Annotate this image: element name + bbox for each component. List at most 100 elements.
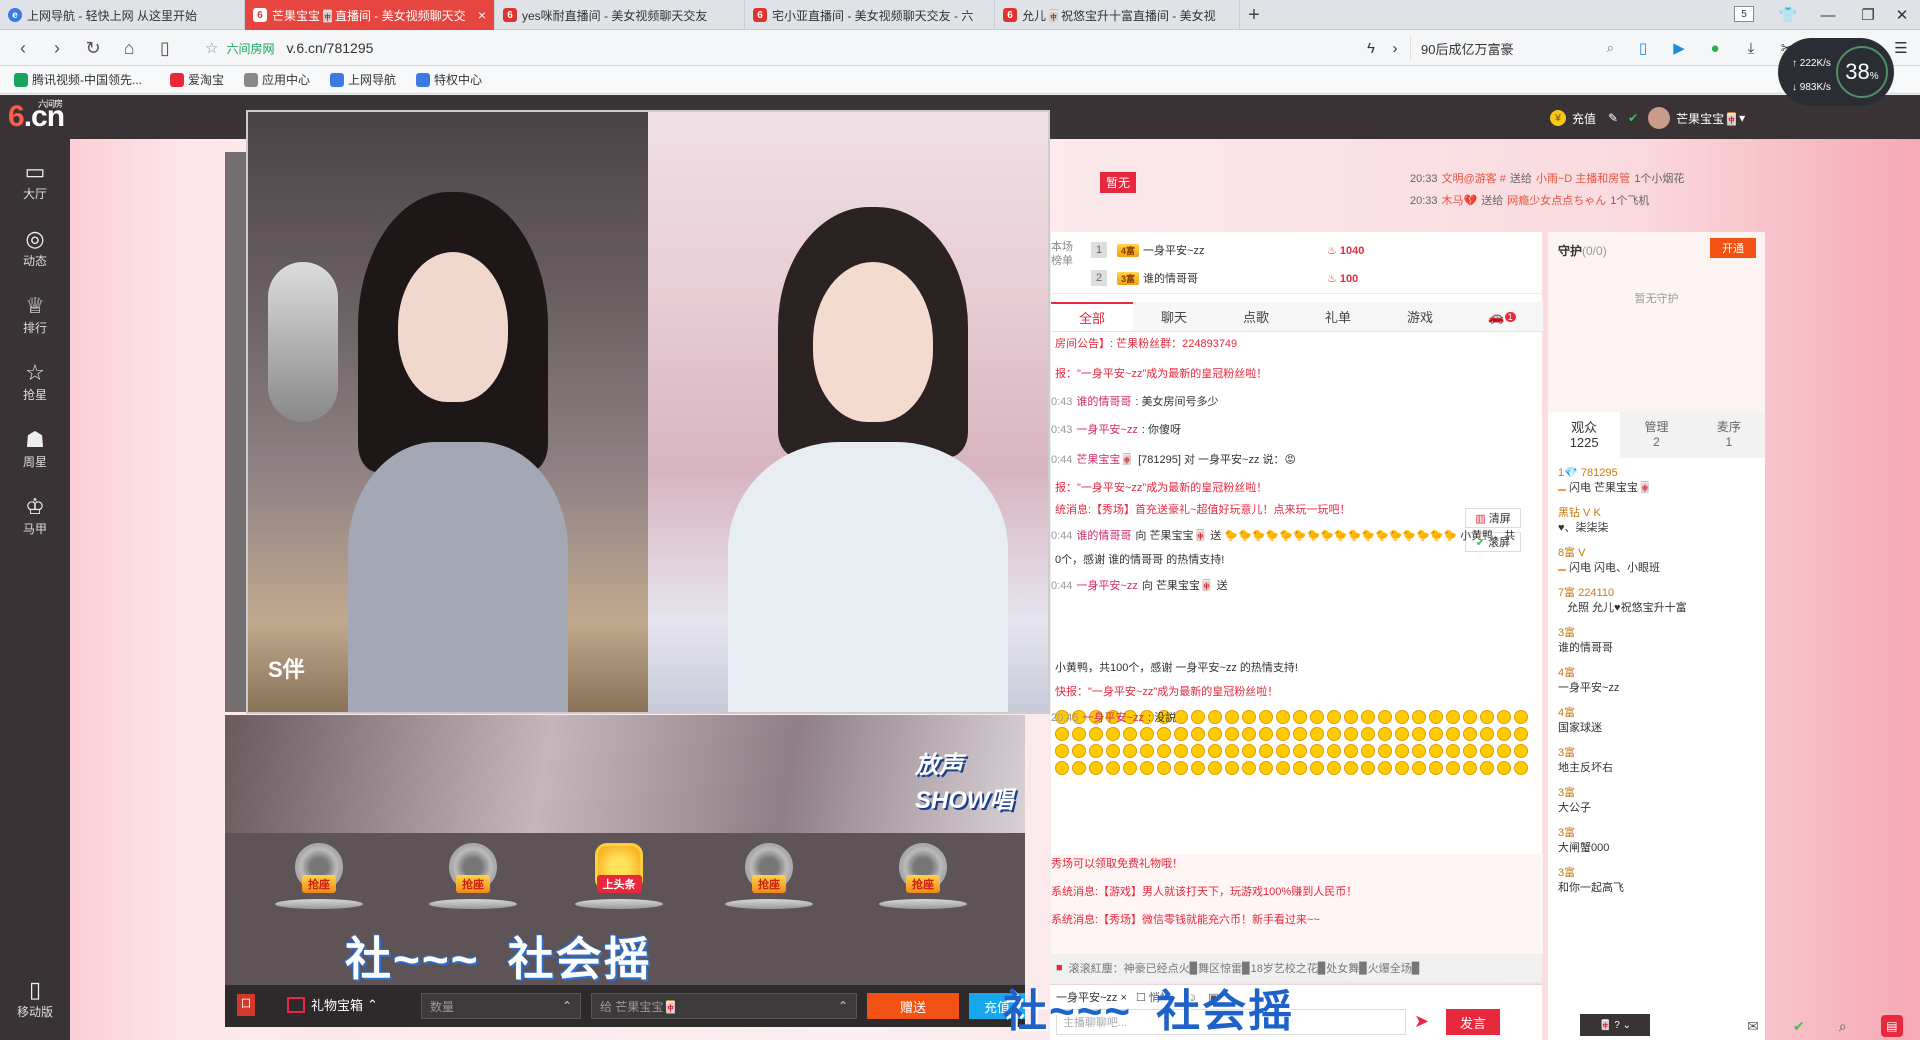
audience-item[interactable]: 7富 224110 允照 允儿♥祝悠宝升十富 [1558,586,1758,616]
menu-icon[interactable]: ☰ [1890,37,1912,59]
audience-tab[interactable]: 管理 2 [1620,412,1692,458]
chat-tab[interactable]: 游戏 [1379,302,1461,331]
back-icon[interactable]: ‹ [10,36,36,60]
wechat-icon[interactable]: ● [1704,37,1726,59]
mini-status-bar[interactable]: 🀄 ? ⌄ [1580,1014,1650,1036]
sidebar-item-3[interactable]: ☆ 抢星 [0,352,70,412]
browser-tab[interactable]: 6 芒果宝宝🀄直播间 - 美女视频聊天交 × [245,0,495,30]
new-tab-button[interactable]: + [1240,0,1268,30]
gift-feed-to[interactable]: 网瘾少女点点ちゃん [1507,195,1606,207]
bookmark-star-icon[interactable]: ☆ [205,39,218,57]
forward-icon[interactable]: › [44,36,70,60]
minimize-icon[interactable]: — [1808,0,1848,30]
post-button[interactable]: 发言 [1446,1009,1500,1035]
duck-gift-icon [1276,727,1290,741]
sidebar-item-5[interactable]: ♔ 马甲 [0,486,70,546]
seat-slot[interactable]: 抢座 [725,843,813,923]
lightning-icon[interactable]: ϟ [1360,37,1382,59]
audience-item[interactable]: 3富 大闸蟹000 [1558,826,1758,856]
gift-feed-from[interactable]: 文明@游客 # [1442,173,1506,185]
send-gift-button[interactable]: 赠送 [867,993,959,1019]
site-logo[interactable]: 6.cn 六间房 [8,99,65,134]
bookmark-item[interactable]: 爱淘宝 [170,71,224,88]
message-user[interactable]: 一身平安~zz [1083,712,1144,724]
chevron-right-icon[interactable]: › [1384,37,1406,59]
home-icon[interactable]: ⌂ [116,36,142,60]
audience-item[interactable]: 3富 谁的情哥哥 [1558,626,1758,656]
audience-item[interactable]: 1💎 781295 闪电 芒果宝宝🀄 [1558,466,1758,496]
chat-tab[interactable]: 礼单 [1297,302,1379,331]
send-plane-icon[interactable]: ➤ [1414,1011,1429,1032]
chat-tab[interactable]: 点歌 [1215,302,1297,331]
gift-feed-from[interactable]: 木马💔 [1442,195,1478,207]
avatar[interactable] [1648,107,1671,129]
audience-item[interactable]: 黑钻 V K ♥、柒柒柒 [1558,506,1758,536]
browser-tab[interactable]: 6 宅小亚直播间 - 美女视频聊天交友 - 六 [745,0,995,30]
seat-slot[interactable]: 抢座 [879,843,967,923]
sidebar-item-mobile[interactable]: ▯ 移动版 [0,969,70,1029]
sidebar-item-4[interactable]: ☗ 周星 [0,419,70,479]
reader-icon[interactable]: ▯ [152,36,178,60]
gift-box-button[interactable]: 礼物宝箱 ⌃ [287,995,378,1014]
charge-link[interactable]: 充值 [1572,110,1596,127]
seat-slot[interactable]: 抢座 [275,843,363,923]
browser-tab[interactable]: e 上网导航 - 轻快上网 从这里开始 [0,0,245,30]
audience-item[interactable]: 4富 一身平安~zz [1558,666,1758,696]
gift-bag-icon[interactable]: 囗 [237,994,255,1016]
bookmark-item[interactable]: 腾讯视频-中国领先... [14,71,142,88]
refresh-icon[interactable]: ↻ [80,36,106,60]
rank-row[interactable]: 1 4富 一身平安~zz ♨ 1040 [1091,238,1531,262]
tab-count-badge[interactable]: 5 [1734,6,1754,22]
chat-tab[interactable]: 全部 [1051,302,1133,331]
chat-messages[interactable]: ▥ 清屏 ✔ 滚屏 房间公告】: 芒果粉丝群：224893749 报："一身平安~zz… [1051,332,1543,852]
audience-tab[interactable]: 观众 1225 [1548,412,1621,458]
search-icon[interactable]: ⌕ [1607,40,1614,56]
audience-tab[interactable]: 麦序 1 [1693,412,1765,458]
video-window[interactable]: S伴 [246,110,1050,714]
rank-row[interactable]: 2 3富 谁的情哥哥 ♨ 100 [1091,266,1531,290]
chat-bubble-icon[interactable]: ▤ [1880,1015,1903,1037]
audience-item[interactable]: 3富 地主反坏右 [1558,746,1758,776]
download-icon[interactable]: ⤓ [1740,37,1762,59]
recipient-field[interactable]: 给 芒果宝宝🀄 ⌃ [591,993,857,1019]
message-user[interactable]: 一身平安~zz [1076,424,1137,436]
audience-item[interactable]: 4富 国家球迷 [1558,706,1758,736]
quantity-field[interactable]: 数量 ⌃ [421,993,581,1019]
network-speed-widget[interactable]: ↑ 222K/s ↓ 983K/s 38% [1778,38,1894,106]
close-tab-icon[interactable]: × [478,7,486,23]
sidebar-item-2[interactable]: ♕ 排行 [0,285,70,345]
chevron-down-icon[interactable]: ▾ [1739,111,1745,125]
sidebar-item-1[interactable]: ◎ 动态 [0,218,70,278]
search-input[interactable]: 90后成亿万富豪 ⌕ [1410,36,1620,60]
message-user[interactable]: 谁的情哥哥 [1076,530,1131,542]
audience-item[interactable]: 8富 V 闪电 闪电、小眼班 [1558,546,1758,576]
audience-item[interactable]: 3富 和你一起高飞 [1558,866,1758,896]
check-circle-icon[interactable]: ✔ [1793,1018,1805,1035]
play-icon[interactable]: ▶ [1668,37,1690,59]
browser-tab[interactable]: 6 允儿🀄祝悠宝升十富直播间 - 美女视 [995,0,1240,30]
browser-tab[interactable]: 6 yes咪耐直播间 - 美女视频聊天交友 [495,0,745,30]
chat-message: 0:43 谁的情哥哥: 美女房间号多少 [1051,394,1543,410]
message-user[interactable]: 一身平安~zz [1076,580,1137,592]
username[interactable]: 芒果宝宝🀄 [1676,110,1739,127]
zoom-icon[interactable]: ⌕ [1839,1018,1847,1035]
seat-slot[interactable]: 上头条 [575,843,663,923]
chat-tab[interactable]: 聊天 [1133,302,1215,331]
bookmark-item[interactable]: 上网导航 [330,71,396,88]
message-user[interactable]: 芒果宝宝🀄 [1076,454,1134,466]
shirt-icon[interactable]: 👕 [1768,0,1808,30]
gift-feed-to[interactable]: 小雨~D 主播和房管 [1536,173,1630,185]
bookmark-item[interactable]: 特权中心 [416,71,482,88]
message-user[interactable]: 谁的情哥哥 [1076,396,1131,408]
phone-icon[interactable]: ▯ [1632,37,1654,59]
bookmark-item[interactable]: 应用中心 [244,71,310,88]
car-icon[interactable]: 🚗 1 [1461,302,1543,331]
sidebar-item-0[interactable]: ▭ 大厅 [0,151,70,211]
mail-icon[interactable]: ✉ [1747,1018,1759,1035]
close-window-icon[interactable]: ✕ [1882,0,1920,30]
audience-item[interactable]: 3富 大公子 [1558,786,1758,816]
open-guard-button[interactable]: 开通 [1710,238,1756,258]
edit-icon[interactable]: ✎ [1608,111,1618,125]
url-field[interactable]: ☆ 六间房网 v.6.cn/781295 [205,35,1365,61]
seat-slot[interactable]: 抢座 [429,843,517,923]
